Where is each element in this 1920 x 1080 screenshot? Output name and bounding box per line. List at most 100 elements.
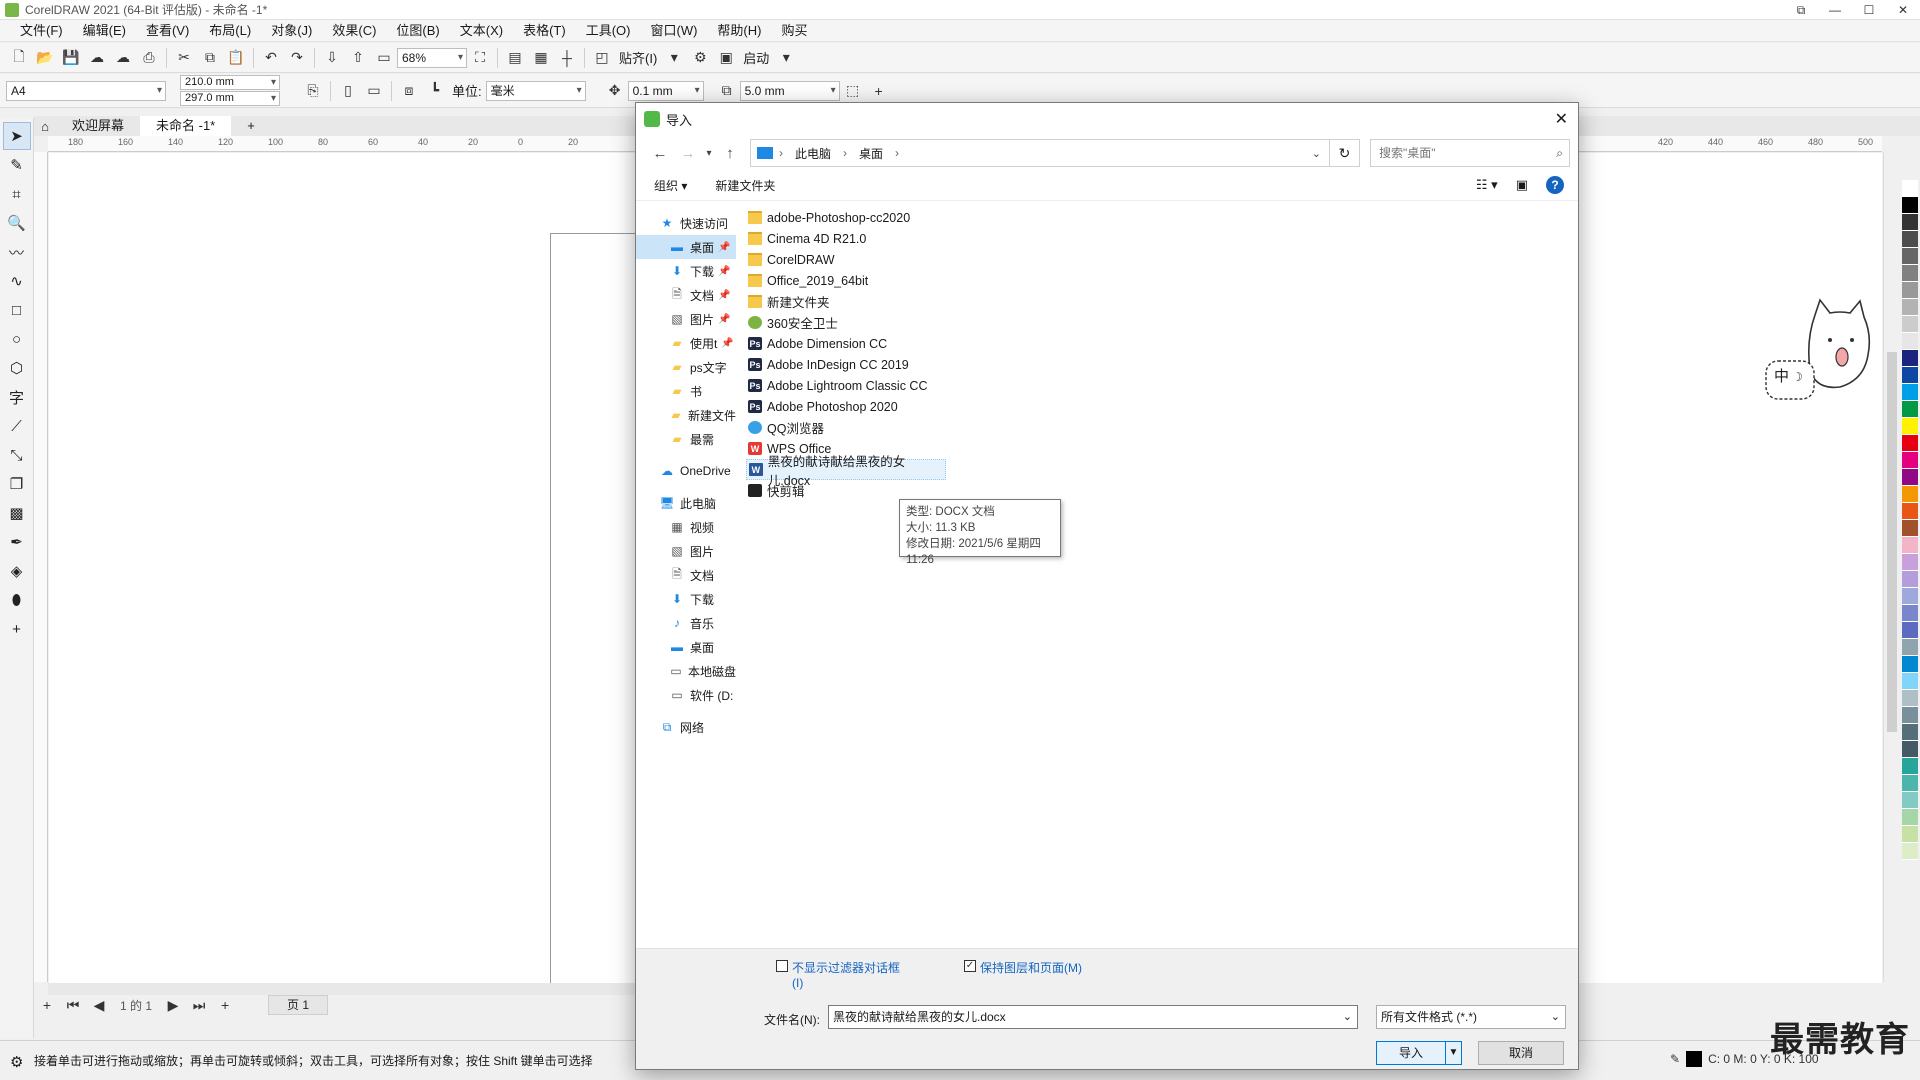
nav-item[interactable]: ▦ 视频	[636, 515, 736, 539]
first-page-icon[interactable]: ⏮	[60, 993, 86, 1017]
chevron-down-icon[interactable]: ▾	[661, 46, 687, 70]
page-height-input[interactable]: 297.0 mm	[180, 91, 280, 106]
maximize-icon[interactable]: ☐	[1852, 0, 1886, 20]
color-swatch[interactable]	[1902, 384, 1918, 401]
rulers-icon[interactable]: ▤	[502, 46, 528, 70]
add-icon[interactable]: +	[866, 79, 892, 103]
organize-button[interactable]: 组织 ▾	[654, 177, 687, 194]
all-pages-icon[interactable]: ⎘	[300, 79, 326, 103]
color-swatch[interactable]	[1902, 741, 1918, 758]
menu-bitmaps[interactable]: 位图(B)	[386, 20, 449, 42]
new-folder-button[interactable]: 新建文件夹	[715, 177, 775, 194]
chevron-down-icon[interactable]: ▾	[773, 46, 799, 70]
address-bar[interactable]: › 此电脑 › 桌面 › ⌄	[750, 139, 1330, 167]
color-swatch[interactable]	[1902, 180, 1918, 197]
horizontal-scrollbar[interactable]	[48, 983, 635, 995]
fill-color-swatch[interactable]	[1686, 1051, 1703, 1067]
duplicate-distance-input[interactable]: 5.0 mm	[739, 80, 840, 101]
close-icon[interactable]: ✕	[1886, 0, 1920, 20]
breadcrumb-desktop[interactable]: 桌面	[859, 145, 883, 162]
snap-to-button[interactable]: 贴齐(I)	[619, 48, 657, 67]
breadcrumb-this-pc[interactable]: 此电脑	[795, 145, 831, 162]
menu-edit[interactable]: 编辑(E)	[73, 20, 136, 42]
polygon-tool-icon[interactable]: ⬡	[3, 354, 31, 382]
previous-page-icon[interactable]: ◀	[86, 993, 112, 1017]
tab-document[interactable]: 未命名 -1*	[140, 116, 232, 136]
artistic-media-icon[interactable]: ∿	[3, 267, 31, 295]
color-swatch[interactable]	[1902, 792, 1918, 809]
shape-tool-icon[interactable]: ✎	[3, 151, 31, 179]
pick-tool-icon[interactable]: ➤	[2, 122, 31, 150]
crop-tool-icon[interactable]: ⌗	[3, 180, 31, 208]
redo-icon[interactable]: ↷	[284, 46, 310, 70]
search-input[interactable]: 搜索"桌面" ⌕	[1370, 139, 1570, 167]
cut-icon[interactable]: ✂	[171, 46, 197, 70]
print-icon[interactable]: ⎙	[136, 46, 162, 70]
color-swatch[interactable]	[1902, 265, 1918, 282]
color-swatch[interactable]	[1902, 214, 1918, 231]
launch-button[interactable]: 启动	[743, 48, 769, 67]
menu-help[interactable]: 帮助(H)	[707, 20, 771, 42]
color-swatch[interactable]	[1902, 826, 1918, 843]
vertical-scrollbar[interactable]	[1883, 152, 1899, 982]
chevron-down-icon[interactable]: ⌄	[1343, 1006, 1352, 1028]
color-swatch[interactable]	[1902, 197, 1918, 214]
nav-item[interactable]: ▰ 使用t 📌	[636, 331, 736, 355]
recent-dropdown-icon[interactable]: ▾	[702, 148, 716, 159]
close-icon[interactable]: ✕	[1555, 109, 1568, 129]
color-swatch[interactable]	[1902, 656, 1918, 673]
nav-item[interactable]: ▭ 本地磁盘	[636, 659, 736, 683]
refresh-icon[interactable]: ↻	[1330, 139, 1360, 167]
color-swatch[interactable]	[1902, 333, 1918, 350]
filename-input[interactable]: 黑夜的献诗献给黑夜的女儿.docx ⌄	[828, 1005, 1358, 1029]
file-item[interactable]: Cinema 4D R21.0	[746, 228, 1446, 249]
nav-item[interactable]: ♪ 音乐	[636, 611, 736, 635]
nav-item[interactable]: ▰ 书	[636, 379, 736, 403]
nav-item[interactable]: ⬇ 下载	[636, 587, 736, 611]
checkbox-box[interactable]	[776, 960, 788, 972]
color-swatch[interactable]	[1902, 350, 1918, 367]
page-tab[interactable]: 页 1	[268, 995, 329, 1015]
color-swatch[interactable]	[1902, 673, 1918, 690]
menu-file[interactable]: 文件(F)	[10, 20, 73, 42]
nav-item[interactable]: 🗎 文档	[636, 563, 736, 587]
color-swatch[interactable]	[1902, 418, 1918, 435]
pdf-icon[interactable]: ▭	[371, 46, 397, 70]
save-icon[interactable]: 💾	[58, 46, 84, 70]
page-size-select[interactable]: A4	[6, 80, 166, 101]
back-arrow-icon[interactable]: ←	[646, 145, 674, 162]
new-document-icon[interactable]: 🗋	[6, 46, 32, 70]
color-swatch[interactable]	[1902, 503, 1918, 520]
nav-item[interactable]: ▰ 新建文件	[636, 403, 736, 427]
search-icon[interactable]: ⌕	[1556, 140, 1563, 166]
scrollbar-thumb[interactable]	[1887, 352, 1897, 732]
preview-pane-icon[interactable]: ▣	[1516, 177, 1528, 193]
color-swatch[interactable]	[1902, 316, 1918, 333]
menu-object[interactable]: 对象(J)	[261, 20, 322, 42]
color-swatch[interactable]	[1902, 486, 1918, 503]
nav-item[interactable]: ⬇ 下载 📌	[636, 259, 736, 283]
nav-onedrive[interactable]: ☁ OneDrive	[636, 459, 736, 483]
menu-buy[interactable]: 购买	[771, 20, 817, 42]
landscape-icon[interactable]: ▭	[361, 79, 387, 103]
page-border-icon[interactable]: ⬚	[840, 79, 866, 103]
color-swatch[interactable]	[1902, 520, 1918, 537]
menu-view[interactable]: 查看(V)	[136, 20, 199, 42]
paste-icon[interactable]: 📋	[223, 46, 249, 70]
file-item[interactable]: W 黑夜的献诗献给黑夜的女儿.docx	[746, 455, 946, 488]
color-swatch[interactable]	[1902, 248, 1918, 265]
add-page-icon[interactable]: +	[34, 993, 60, 1017]
nav-item[interactable]: ▧ 图片 📌	[636, 307, 736, 331]
copy-icon[interactable]: ⧉	[197, 46, 223, 70]
transparency-icon[interactable]: ▩	[3, 499, 31, 527]
color-swatch[interactable]	[1902, 282, 1918, 299]
file-item[interactable]: Office_2019_64bit	[746, 270, 1446, 291]
nav-item[interactable]: ▧ 图片	[636, 539, 736, 563]
color-swatch[interactable]	[1902, 469, 1918, 486]
nav-network[interactable]: ⧉ 网络	[636, 715, 736, 739]
cloud-upload-icon[interactable]: ☁	[110, 46, 136, 70]
zoom-level-select[interactable]: 68%	[397, 47, 467, 68]
menu-text[interactable]: 文本(X)	[450, 20, 513, 42]
up-arrow-icon[interactable]: ↑	[716, 145, 744, 162]
view-options-icon[interactable]: ☷ ▾	[1476, 177, 1498, 193]
